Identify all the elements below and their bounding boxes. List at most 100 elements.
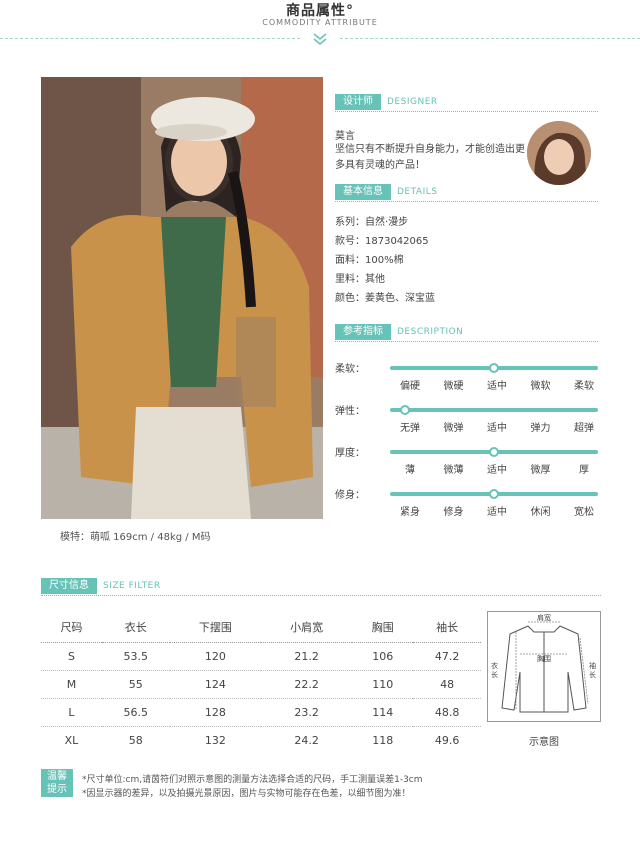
cell-shoulder: 22.2 bbox=[260, 670, 353, 699]
tips-line-2: *因显示器的差异，以及拍摄光景原因，图片与实物可能存在色差，以细节图为准！ bbox=[82, 789, 411, 799]
description-tag-en: DESCRIPTION bbox=[397, 327, 464, 337]
cell-shoulder: 21.2 bbox=[260, 642, 353, 671]
designer-quote: 坚信只有不断提升自身能力，才能创造出更多具有灵魂的产品！ bbox=[335, 144, 525, 171]
indicator-options: 无弹 微弹 适中 弹力 超弹 bbox=[392, 419, 602, 434]
detail-series: 系列：自然·漫步 bbox=[335, 217, 409, 228]
designer-tag-label: 设计师 bbox=[335, 94, 381, 110]
diagram-label-sleeve-2: 长 bbox=[589, 670, 596, 679]
indicator-label: 修身： bbox=[335, 490, 365, 501]
indicator-option: 无弹 bbox=[400, 423, 420, 434]
detail-fabric: 面料：100%棉 bbox=[335, 255, 404, 266]
indicator-option: 适中 bbox=[487, 507, 507, 518]
indicator-option: 微厚 bbox=[530, 465, 551, 476]
details-tag-label: 基本信息 bbox=[335, 184, 391, 200]
designer-avatar bbox=[527, 121, 591, 185]
cell-hem: 124 bbox=[169, 670, 261, 699]
divider-right bbox=[340, 38, 640, 39]
indicator-track bbox=[390, 447, 598, 457]
cell-chest: 114 bbox=[352, 698, 414, 727]
diagram-caption: 示意图 bbox=[529, 737, 559, 748]
tips-badge-line1: 温馨 bbox=[47, 771, 67, 782]
indicator-track bbox=[390, 405, 598, 415]
cell-size: M bbox=[41, 670, 102, 699]
cell-shoulder: 23.2 bbox=[260, 698, 353, 727]
divider-left bbox=[0, 38, 300, 39]
details-underline bbox=[335, 201, 598, 202]
measurement-diagram: 肩宽 胸围 衣 长 袖 长 bbox=[487, 611, 601, 722]
section-header: 商品属性° COMMODITY ATTRIBUTE bbox=[0, 0, 640, 50]
indicator-knob bbox=[489, 447, 499, 457]
indicator-knob bbox=[489, 363, 499, 373]
details-section-tag: 基本信息 DETAILS bbox=[335, 184, 437, 200]
col-sleeve: 袖长 bbox=[413, 612, 481, 643]
indicator-label: 厚度： bbox=[335, 448, 365, 459]
indicator-option: 偏硬 bbox=[400, 381, 420, 392]
cell-length: 56.5 bbox=[101, 698, 170, 727]
col-length: 衣长 bbox=[101, 612, 170, 643]
indicator-option: 微软 bbox=[530, 381, 551, 392]
designer-tag-en: DESIGNER bbox=[387, 97, 438, 107]
designer-section-tag: 设计师 DESIGNER bbox=[335, 94, 438, 110]
cell-chest: 118 bbox=[372, 733, 394, 747]
model-caption: 模特：萌呱 169cm / 48kg / M码 bbox=[60, 532, 211, 543]
cell-shoulder: 24.2 bbox=[294, 733, 319, 747]
indicator-option: 厚 bbox=[579, 465, 589, 476]
cell-sleeve: 49.6 bbox=[434, 733, 460, 747]
size-table: 尺码 衣长 下摆围 小肩宽 胸围 袖长 S 53.5 120 21.2 106 … bbox=[41, 612, 481, 754]
cell-chest: 106 bbox=[352, 642, 414, 671]
col-chest: 胸围 bbox=[352, 612, 414, 643]
size-tag-en: SIZE FILTER bbox=[103, 581, 161, 591]
cell-length: 55 bbox=[101, 670, 170, 699]
col-shoulder: 小肩宽 bbox=[260, 612, 353, 643]
table-row: L 56.5 128 23.2 114 48.8 bbox=[41, 698, 481, 727]
diagram-label-shoulder: 肩宽 bbox=[537, 613, 551, 622]
cell-sleeve: 48 bbox=[413, 670, 481, 699]
diagram-label-length-2: 长 bbox=[491, 670, 498, 679]
col-hem: 下摆围 bbox=[169, 612, 261, 643]
page-title: 商品属性° bbox=[286, 3, 354, 19]
indicator-option: 超弹 bbox=[574, 423, 594, 434]
indicator-option: 微薄 bbox=[443, 465, 464, 476]
indicator-option: 柔软 bbox=[574, 381, 594, 392]
detail-style-number: 款号：1873042065 bbox=[335, 236, 429, 247]
indicator-option: 适中 bbox=[487, 465, 507, 476]
cell-size: L bbox=[41, 698, 102, 727]
indicator-option: 修身 bbox=[443, 507, 464, 518]
indicator-option: 宽松 bbox=[574, 507, 594, 518]
cell-sleeve: 48.8 bbox=[413, 698, 481, 727]
table-row: M 55 124 22.2 110 48 bbox=[41, 670, 481, 699]
indicator-option: 休闲 bbox=[530, 507, 551, 518]
diagram-label-sleeve-1: 袖 bbox=[589, 661, 596, 670]
cell-hem: 128 bbox=[169, 698, 261, 727]
tips-badge-line2: 提示 bbox=[47, 784, 67, 795]
chevron-down-icon bbox=[313, 33, 327, 45]
indicator-knob bbox=[489, 489, 499, 499]
indicator-option: 适中 bbox=[487, 381, 507, 392]
cell-chest: 110 bbox=[352, 670, 414, 699]
cell-length: 58 bbox=[128, 733, 143, 747]
indicator-options: 偏硬 微硬 适中 微软 柔软 bbox=[392, 377, 602, 392]
indicator-label: 弹性： bbox=[335, 406, 365, 417]
page-subtitle: COMMODITY ATTRIBUTE bbox=[262, 18, 378, 27]
indicator-option: 微硬 bbox=[443, 381, 464, 392]
indicator-knob bbox=[399, 405, 410, 415]
col-size: 尺码 bbox=[41, 612, 102, 643]
details-tag-en: DETAILS bbox=[397, 187, 438, 197]
tips-badge: 温馨 提示 bbox=[41, 769, 73, 797]
table-row: XL 58 132 24.2 118 49.6 bbox=[41, 726, 481, 754]
designer-name: 莫言 bbox=[335, 131, 355, 142]
size-underline bbox=[41, 595, 601, 596]
detail-color: 颜色：姜黄色、深宝蓝 bbox=[335, 293, 435, 304]
indicator-track bbox=[390, 363, 598, 373]
indicator-options: 紧身 修身 适中 休闲 宽松 bbox=[392, 503, 602, 518]
size-section-tag: 尺寸信息 SIZE FILTER bbox=[41, 578, 161, 594]
diagram-label-chest: 胸围 bbox=[537, 654, 551, 663]
indicator-options: 薄 微薄 适中 微厚 厚 bbox=[392, 461, 602, 476]
indicator-option: 紧身 bbox=[400, 507, 420, 518]
detail-lining: 里料：其他 bbox=[335, 274, 385, 285]
indicator-option: 薄 bbox=[405, 465, 415, 476]
cell-sleeve: 47.2 bbox=[413, 642, 481, 671]
indicator-track bbox=[390, 489, 598, 499]
product-photo bbox=[41, 77, 323, 519]
tips-line-1: *尺寸单位:cm,请茵符们对照示意图的测量方法选择合适的尺码，手工测量误差1-3… bbox=[82, 775, 423, 785]
